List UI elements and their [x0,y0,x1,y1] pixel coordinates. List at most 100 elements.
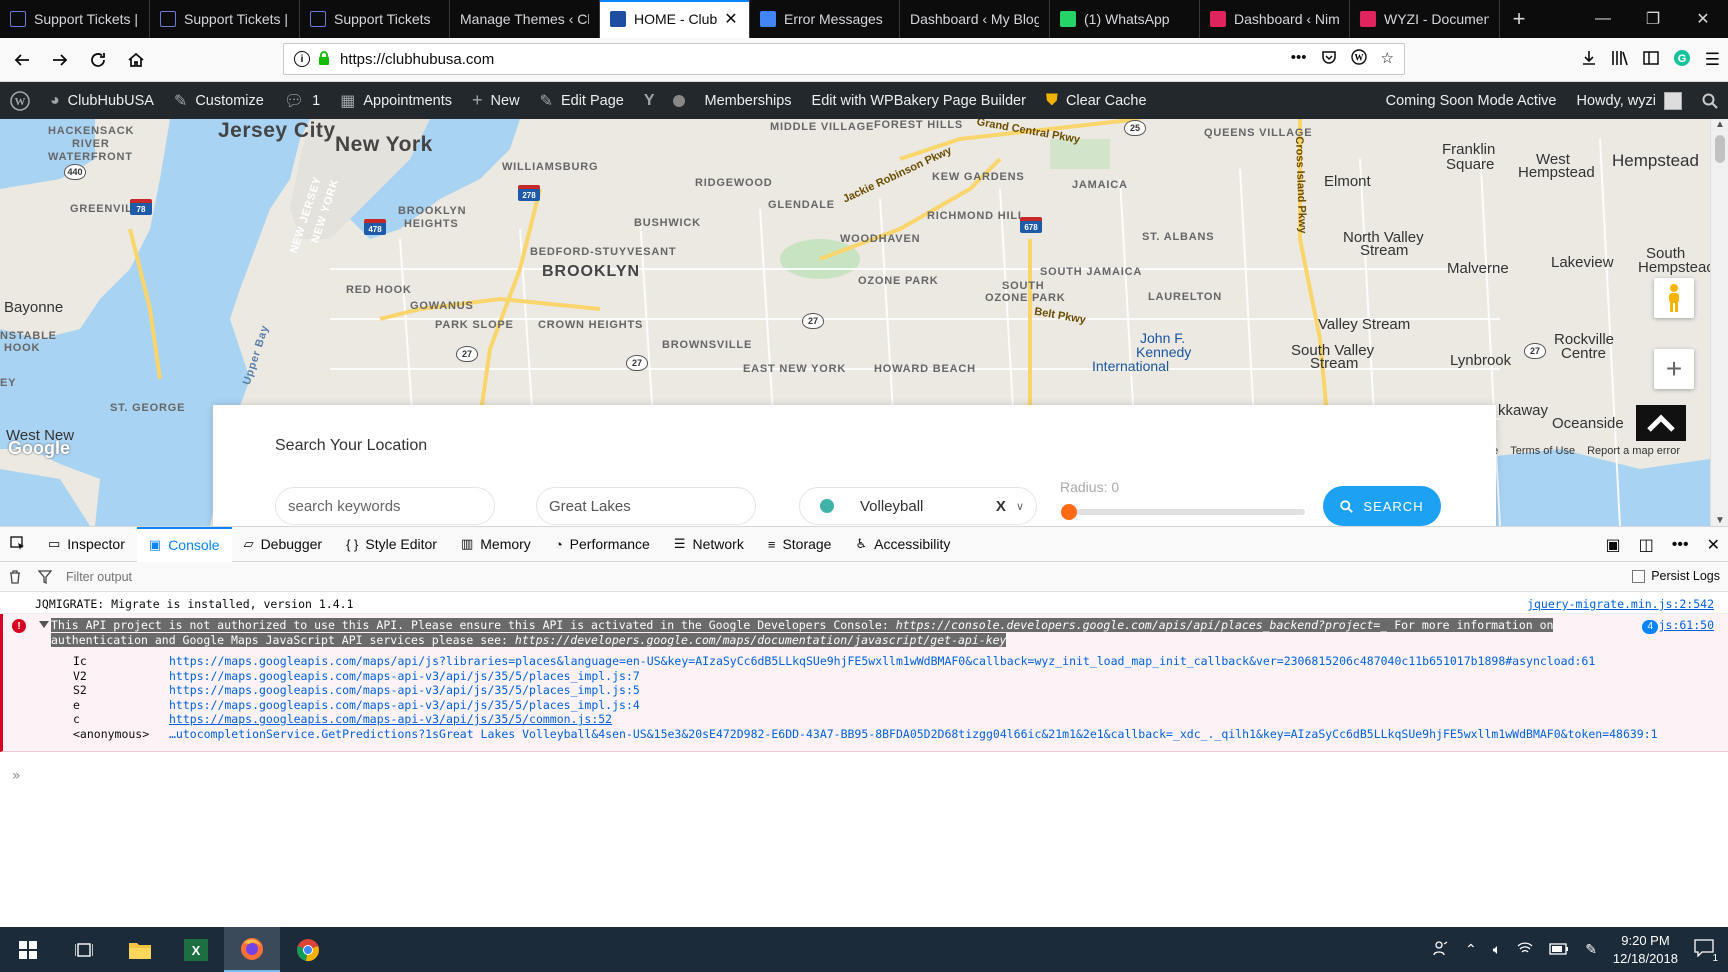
forward-button[interactable] [44,44,76,76]
file-explorer-button[interactable] [112,927,168,972]
pocket-icon[interactable] [1321,49,1337,69]
keywords-input[interactable]: search keywords [275,487,495,525]
report-map-error-link[interactable]: Report a map error [1587,445,1680,457]
bookmark-star-icon[interactable]: ☆ [1381,49,1394,69]
start-button[interactable] [0,927,56,972]
downloads-icon[interactable] [1581,50,1597,71]
clear-category-button[interactable]: X [996,498,1006,515]
page-actions-icon[interactable]: ••• [1291,49,1307,69]
close-tab-icon[interactable]: ✕ [723,9,739,29]
wp-clear-cache[interactable]: ⛊ Clear Cache [1036,82,1157,119]
devtools-tab-memory[interactable]: ▥ Memory [449,527,543,562]
url-text[interactable]: https://clubhubusa.com [340,51,1291,68]
chevron-down-icon[interactable]: ∨ [1016,500,1024,513]
street-view-pegman[interactable] [1654,278,1694,318]
scroll-down-arrow-icon[interactable]: ▼ [1711,515,1728,526]
devtools-tab-accessibility[interactable]: ♿︎ Accessibility [843,527,962,562]
lock-icon[interactable] [318,50,330,68]
reload-button[interactable] [82,44,114,76]
volume-icon[interactable]: 🔈︎ [1493,941,1501,958]
filter-output-input[interactable]: Filter output [66,570,132,584]
show-hidden-icons-chevron-icon[interactable]: ⌃ [1465,941,1477,958]
browser-tab[interactable]: Error Messages [750,0,900,38]
stack-frame-location[interactable]: https://maps.googleapis.com/maps-api-v3/… [169,698,640,712]
wp-new[interactable]: + New [462,82,530,119]
restore-button[interactable]: ❐ [1628,0,1678,38]
map[interactable]: Jersey City New York BROOKLYN HACKENSACK… [0,119,1715,526]
browser-tab[interactable]: (1) WhatsApp [1050,0,1200,38]
scroll-to-top-button[interactable] [1636,405,1686,441]
home-button[interactable] [120,44,152,76]
browser-tab[interactable]: Manage Themes ‹ Cl [450,0,600,38]
search-button[interactable]: SEARCH [1323,486,1441,526]
wp-memberships[interactable]: Memberships [695,82,802,119]
persist-logs-toggle[interactable]: Persist Logs [1632,569,1720,583]
people-icon[interactable] [1433,940,1449,959]
terms-of-use-link[interactable]: Terms of Use [1510,445,1575,457]
stack-frame-location[interactable]: https://maps.googleapis.com/maps-api-v3/… [169,683,640,697]
browser-tab[interactable]: Dashboard ‹ Nim [1200,0,1350,38]
wp-customize[interactable]: ✎ Customize [164,82,274,119]
pen-icon[interactable]: ✎ [1585,941,1597,958]
persist-logs-checkbox[interactable] [1632,569,1646,583]
wp-site-name[interactable]: ◕ ClubHubUSA [40,82,164,119]
browser-tab[interactable]: HOME - Club ✕ [600,0,750,38]
excel-button[interactable]: X [168,927,224,972]
stack-frame-location[interactable]: …utocompletionService.GetPredictions?1sG… [169,727,1658,741]
wp-coming-soon[interactable]: Coming Soon Mode Active [1376,82,1567,119]
wp-yoast[interactable]: Y [634,82,695,119]
minimize-button[interactable]: — [1578,0,1628,38]
location-input[interactable]: Great Lakes [536,487,756,525]
wp-edit-page[interactable]: ✎ Edit Page [530,82,634,119]
zoom-in-button[interactable]: + [1654,349,1694,389]
chrome-button[interactable] [280,927,336,972]
grammarly-icon[interactable]: G [1673,49,1691,72]
devtools-tab-performance[interactable]: ◔ Performance [543,527,662,562]
wp-appointments[interactable]: ▦ Appointments [330,82,462,119]
devtools-tab-style-editor[interactable]: { } Style Editor [334,527,449,562]
devtools-tab-console[interactable]: ▣ Console [136,526,232,562]
back-button[interactable] [6,44,38,76]
clear-console-trash-icon[interactable] [0,569,30,584]
wp-wpbakery[interactable]: Edit with WPBakery Page Builder [802,82,1036,119]
task-view-button[interactable] [56,927,112,972]
filter-funnel-icon[interactable] [30,569,60,584]
devtools-menu-icon[interactable]: ••• [1672,536,1689,554]
new-tab-button[interactable]: + [1500,0,1538,38]
url-bar[interactable]: i https://clubhubusa.com ••• W ☆ [283,43,1405,75]
wordpress-icon[interactable]: W [1350,49,1367,69]
devtools-tab-storage[interactable]: ≡ Storage [756,527,844,562]
error-source-link[interactable]: js:61:50 [1659,618,1714,632]
radius-slider-thumb[interactable] [1061,504,1077,520]
stack-frame-location[interactable]: https://maps.googleapis.com/maps-api-v3/… [169,712,612,726]
scroll-up-arrow-icon[interactable]: ▲ [1711,119,1728,130]
category-select[interactable]: Volleyball X ∨ [799,487,1037,525]
wp-my-account[interactable]: Howdy, wyzi [1567,82,1693,119]
network-icon[interactable] [1517,941,1533,958]
clock[interactable]: 9:20 PM 12/18/2018 [1613,932,1678,968]
battery-icon[interactable] [1549,942,1569,958]
browser-tab[interactable]: WYZI - Documen [1350,0,1500,38]
browser-tab[interactable]: Support Tickets [300,0,450,38]
close-devtools-icon[interactable]: ✕ [1707,535,1720,555]
menu-icon[interactable]: ☰ [1705,50,1720,70]
wp-search[interactable] [1692,82,1728,119]
devtools-tab-debugger[interactable]: ▱ Debugger [232,527,335,562]
console-link[interactable]: https://console.developers.google.com/ap… [895,618,1388,632]
wp-comments[interactable]: 💬︎ 1 [274,82,330,119]
split-console-icon[interactable]: ▣ [1606,535,1621,555]
sidebar-icon[interactable] [1643,50,1659,71]
scrollbar-thumb[interactable] [1715,135,1725,163]
stack-frame-location[interactable]: https://maps.googleapis.com/maps/api/js?… [169,654,1595,668]
stack-frame-location[interactable]: https://maps.googleapis.com/maps-api-v3/… [169,669,640,683]
api-key-docs-link[interactable]: https://developers.google.com/maps/docum… [514,633,1007,647]
close-window-button[interactable]: ✕ [1678,0,1728,38]
console-input-prompt[interactable]: » [12,768,20,784]
log-source-link[interactable]: jquery-migrate.min.js:2:542 [1527,597,1714,611]
expand-toggle-icon[interactable] [39,621,49,628]
firefox-button[interactable] [224,927,280,972]
browser-tab[interactable]: Support Tickets | [150,0,300,38]
devtools-tab-inspector[interactable]: ▭ Inspector [36,527,137,562]
radius-slider-track[interactable] [1063,509,1305,515]
browser-tab[interactable]: Dashboard ‹ My Blog [900,0,1050,38]
